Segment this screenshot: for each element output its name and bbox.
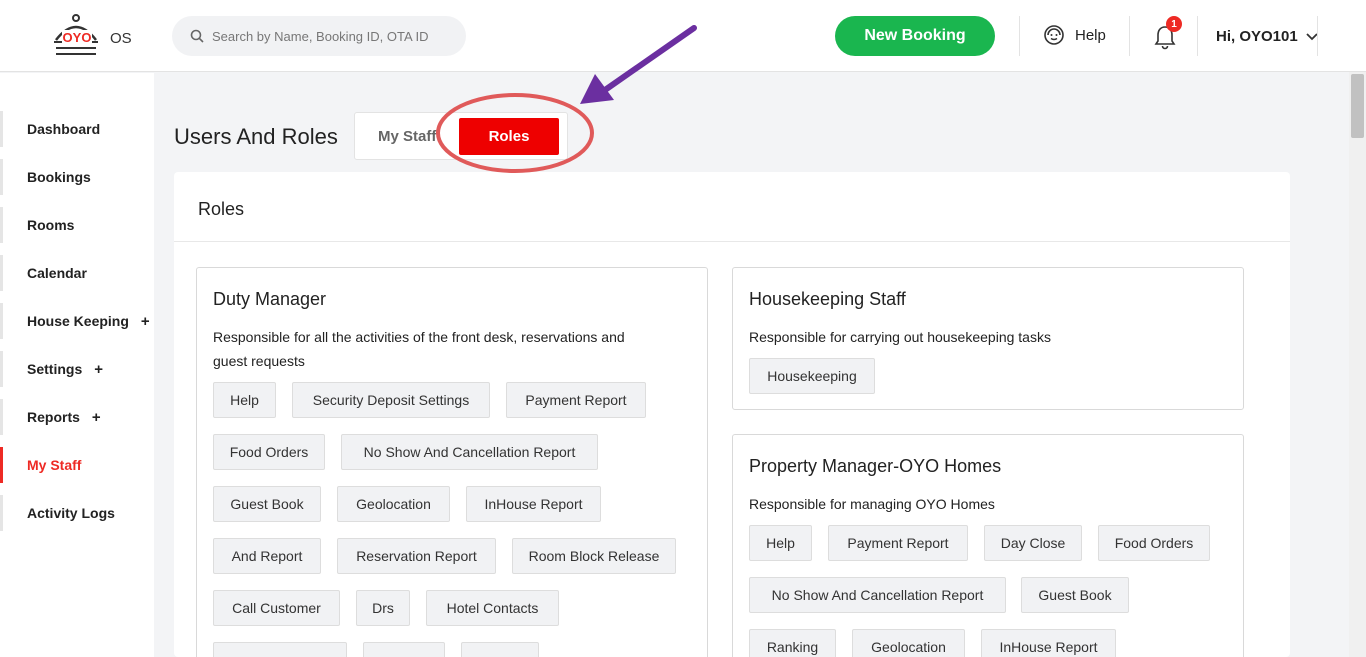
- permission-chip-cut: [363, 642, 445, 657]
- search-icon: [190, 29, 204, 43]
- permission-chip: No Show And Cancellation Report: [749, 577, 1006, 613]
- tab-roles[interactable]: Roles: [459, 118, 559, 155]
- role-card-property-manager[interactable]: Property Manager-OYO Homes Responsible f…: [732, 434, 1244, 657]
- permission-chip: Geolocation: [852, 629, 965, 657]
- roles-panel-title: Roles: [198, 199, 245, 219]
- sidebar-item-bookings[interactable]: Bookings: [0, 159, 154, 195]
- sidebar-item-reports[interactable]: Reports +: [0, 399, 154, 435]
- permission-chip: Day Close: [984, 525, 1082, 561]
- roles-panel-header: Roles: [174, 172, 1290, 242]
- tab-my-staff[interactable]: My Staff: [378, 128, 438, 145]
- role-card-housekeeping-staff[interactable]: Housekeeping Staff Responsible for carry…: [732, 267, 1244, 410]
- header-divider: [1197, 16, 1198, 56]
- permission-chip: No Show And Cancellation Report: [341, 434, 598, 470]
- header-divider: [1129, 16, 1130, 56]
- sidebar-item-dashboard[interactable]: Dashboard: [0, 111, 154, 147]
- permission-chip: Food Orders: [1098, 525, 1210, 561]
- sidebar-item-settings[interactable]: Settings +: [0, 351, 154, 387]
- role-description: Responsible for carrying out housekeepin…: [749, 329, 1051, 345]
- scrollbar-thumb[interactable]: [1351, 74, 1364, 138]
- new-booking-button[interactable]: New Booking: [835, 16, 995, 56]
- role-title: Property Manager-OYO Homes: [749, 456, 1002, 476]
- search-input[interactable]: [212, 28, 452, 44]
- page-scrollbar[interactable]: [1349, 72, 1366, 657]
- user-greeting: Hi, OYO101: [1216, 28, 1298, 45]
- permission-chip: Housekeeping: [749, 358, 875, 394]
- search-bar[interactable]: [172, 16, 466, 56]
- expand-plus-icon: +: [140, 312, 150, 330]
- permission-chip: Geolocation: [337, 486, 450, 522]
- top-header: OYO OS New Booking Help 1 Hi, OYO101: [0, 0, 1366, 72]
- sidebar: Dashboard Bookings Rooms Calendar House …: [0, 73, 154, 657]
- permission-chip: InHouse Report: [466, 486, 601, 522]
- permission-chip: Reservation Report: [337, 538, 496, 574]
- permission-chip-cut: [461, 642, 539, 657]
- role-description: Responsible for all the activities of th…: [213, 329, 625, 369]
- permission-chip: And Report: [213, 538, 321, 574]
- role-description: Responsible for managing OYO Homes: [749, 496, 995, 512]
- permission-chip: Drs: [356, 590, 410, 626]
- svg-text:OYO: OYO: [63, 30, 92, 45]
- permission-chip: Ranking: [749, 629, 836, 657]
- roles-panel: Roles Duty Manager Responsible for all t…: [174, 172, 1290, 657]
- permission-chip: InHouse Report: [981, 629, 1116, 657]
- header-divider: [1019, 16, 1020, 56]
- expand-plus-icon: +: [91, 408, 101, 426]
- header-divider: [1317, 16, 1318, 56]
- help-button[interactable]: Help: [1043, 24, 1106, 46]
- sidebar-item-activity-logs[interactable]: Activity Logs: [0, 495, 154, 531]
- logo-suffix: OS: [110, 30, 132, 47]
- permission-chip: Payment Report: [506, 382, 646, 418]
- permission-chip: Food Orders: [213, 434, 325, 470]
- sidebar-item-calendar[interactable]: Calendar: [0, 255, 154, 291]
- sidebar-item-my-staff[interactable]: My Staff: [0, 447, 154, 483]
- expand-plus-icon: +: [94, 360, 103, 378]
- permission-chip: Help: [749, 525, 812, 561]
- permission-chip: Help: [213, 382, 276, 418]
- help-label: Help: [1075, 26, 1106, 44]
- support-agent-icon: [1044, 25, 1064, 45]
- sidebar-item-rooms[interactable]: Rooms: [0, 207, 154, 243]
- permission-chip: Call Customer: [213, 590, 340, 626]
- permission-chip: Security Deposit Settings: [292, 382, 490, 418]
- permission-chip: Room Block Release: [512, 538, 676, 574]
- chevron-down-icon: [1306, 32, 1318, 40]
- permission-chip-cut: [213, 642, 347, 657]
- user-menu[interactable]: Hi, OYO101: [1216, 28, 1318, 45]
- notification-badge: 1: [1166, 16, 1182, 32]
- role-title: Housekeeping Staff: [749, 289, 906, 309]
- permission-chip: Guest Book: [213, 486, 321, 522]
- permission-chip: Hotel Contacts: [426, 590, 559, 626]
- permission-chip: Guest Book: [1021, 577, 1129, 613]
- role-card-duty-manager[interactable]: Duty Manager Responsible for all the act…: [196, 267, 708, 657]
- page-title: Users And Roles: [174, 124, 338, 149]
- permission-chip: Payment Report: [828, 525, 968, 561]
- sidebar-item-house-keeping[interactable]: House Keeping +: [0, 303, 154, 339]
- role-title: Duty Manager: [213, 289, 327, 309]
